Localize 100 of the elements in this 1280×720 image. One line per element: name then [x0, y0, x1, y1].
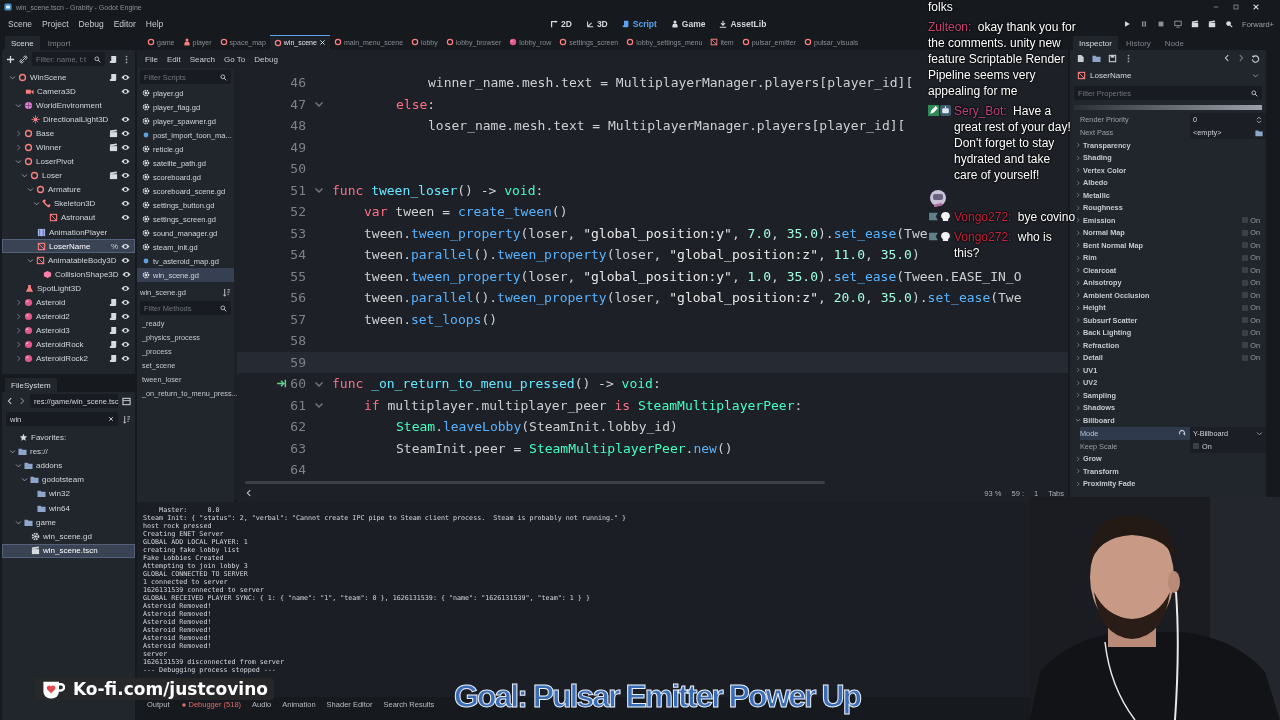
caret-right-icon[interactable]	[1075, 167, 1081, 174]
menu-item[interactable]: Project	[42, 19, 69, 29]
pause-icon[interactable]	[1140, 20, 1149, 28]
caret-right-icon[interactable]	[1075, 242, 1081, 249]
scroll-icon[interactable]	[109, 312, 118, 322]
caret-right-icon[interactable]	[1075, 267, 1081, 274]
menu-item[interactable]: Go To	[224, 54, 246, 64]
caret-left-icon[interactable]	[245, 489, 253, 497]
clapperboard-icon[interactable]	[1191, 20, 1200, 28]
tree-item[interactable]: SpotLight3D	[36, 283, 83, 293]
revert-icon[interactable]	[1178, 429, 1186, 437]
caret-right-icon[interactable]	[1075, 154, 1081, 161]
tree-item[interactable]: Skeleton3D	[53, 199, 97, 209]
fold-caret-icon[interactable]	[314, 400, 324, 411]
close-icon[interactable]	[1252, 3, 1260, 11]
caret-right-icon[interactable]	[1075, 329, 1081, 336]
tree-item[interactable]: DirectionalLight3D	[42, 114, 110, 124]
eye-icon[interactable]	[121, 354, 130, 364]
eye-icon[interactable]	[121, 199, 130, 209]
clapperboard-icon[interactable]	[1208, 20, 1217, 28]
dock-tab[interactable]: History	[1119, 36, 1157, 50]
caret-down-icon[interactable]	[27, 186, 34, 194]
tree-item[interactable]: Favorites:	[30, 432, 68, 442]
eye-icon[interactable]	[121, 326, 130, 336]
dock-tab[interactable]: Import	[41, 36, 77, 50]
sort-icon[interactable]	[222, 288, 231, 297]
dock-tab[interactable]: FileSystem	[5, 378, 57, 392]
menu-item[interactable]: Edit	[166, 54, 181, 64]
tree-item[interactable]: Asteroid3	[35, 326, 71, 336]
eye-icon[interactable]	[121, 255, 130, 265]
tree-item[interactable]: AnimatableBody3D	[47, 255, 118, 265]
caret-right-icon[interactable]	[1075, 379, 1081, 386]
caret-down-icon[interactable]	[15, 461, 22, 469]
eye-icon[interactable]	[121, 171, 130, 181]
folder-icon[interactable]	[1092, 53, 1101, 63]
caret-right-icon[interactable]	[1075, 204, 1081, 211]
eye-icon[interactable]	[121, 185, 130, 195]
tree-item[interactable]: LoserName	[48, 241, 92, 251]
tree-item[interactable]: AsteroidRock	[35, 340, 85, 350]
caret-right-icon[interactable]	[1075, 367, 1081, 374]
close-icon[interactable]	[108, 416, 114, 422]
panel-icon[interactable]	[122, 396, 131, 406]
clapperboard-icon[interactable]	[109, 171, 118, 181]
tree-item[interactable]: win_scene.tscn	[42, 546, 99, 556]
workspace-tab[interactable]: Game	[668, 17, 708, 31]
scroll-icon[interactable]	[109, 340, 118, 350]
tree-item[interactable]: Astronaut	[60, 213, 97, 223]
caret-right-icon[interactable]	[1075, 179, 1081, 186]
eye-icon[interactable]	[121, 312, 130, 322]
tree-item[interactable]: Base	[35, 128, 56, 138]
dock-tab[interactable]: Node	[1158, 36, 1190, 50]
eye-icon[interactable]	[121, 269, 131, 279]
caret-down-icon[interactable]	[15, 101, 22, 109]
eye-icon[interactable]	[121, 128, 130, 138]
stop-icon[interactable]	[1157, 20, 1166, 28]
caret-right-icon[interactable]	[1075, 480, 1081, 487]
maximize-icon[interactable]	[1232, 3, 1240, 11]
menu-item[interactable]: Debug	[78, 19, 104, 29]
caret-right-icon[interactable]	[1075, 392, 1081, 399]
add-icon[interactable]	[6, 54, 15, 64]
link-icon[interactable]	[19, 54, 28, 64]
fold-caret-icon[interactable]	[314, 185, 324, 196]
scroll-icon[interactable]	[109, 354, 118, 364]
menu-item[interactable]: Debug	[254, 54, 278, 64]
caret-right-icon[interactable]	[1075, 342, 1081, 349]
workspace-tab[interactable]: Script	[619, 17, 659, 31]
eye-icon[interactable]	[121, 340, 130, 350]
tree-item[interactable]: Asteroid2	[35, 312, 71, 322]
workspace-tab[interactable]: 2D	[548, 17, 574, 31]
fold-caret-icon[interactable]	[314, 99, 324, 110]
scroll-icon[interactable]	[109, 298, 118, 308]
scroll-icon[interactable]	[109, 326, 118, 336]
caret-down-icon[interactable]	[9, 447, 16, 455]
tree-item[interactable]: Loser	[41, 171, 63, 181]
tree-item[interactable]: Winner	[35, 143, 63, 152]
menu-item[interactable]: File	[145, 54, 158, 64]
caret-right-icon[interactable]	[1075, 142, 1081, 149]
caret-left-icon[interactable]	[6, 397, 14, 405]
caret-right-icon[interactable]	[1075, 468, 1081, 475]
caret-right-icon[interactable]	[1075, 192, 1081, 199]
workspace-tab[interactable]: AssetLib	[717, 17, 769, 31]
eye-icon[interactable]	[121, 143, 130, 152]
scrollbar-thumb[interactable]	[245, 481, 825, 484]
tree-item[interactable]: WorldEnvironment	[35, 100, 103, 110]
caret-right-icon[interactable]	[1075, 229, 1081, 236]
save-icon[interactable]	[1108, 53, 1117, 63]
menu-item[interactable]: Scene	[8, 19, 33, 29]
caret-right-icon[interactable]	[1075, 354, 1081, 361]
caret-right-icon[interactable]	[1075, 304, 1081, 311]
tree-item[interactable]: LoserPivot	[35, 157, 75, 167]
menu-item[interactable]: Search	[189, 54, 216, 64]
tree-item[interactable]: win32	[48, 489, 71, 499]
eye-icon[interactable]	[121, 298, 130, 308]
scroll-icon[interactable]	[109, 72, 118, 82]
tree-item[interactable]: Asteroid	[35, 298, 67, 308]
tree-item[interactable]: AsteroidRock2	[35, 354, 90, 364]
tree-item[interactable]: win64	[48, 503, 71, 513]
tree-item[interactable]: res://	[29, 446, 49, 456]
dock-tab[interactable]: Inspector	[1073, 36, 1118, 50]
caret-down-icon[interactable]	[21, 172, 28, 180]
